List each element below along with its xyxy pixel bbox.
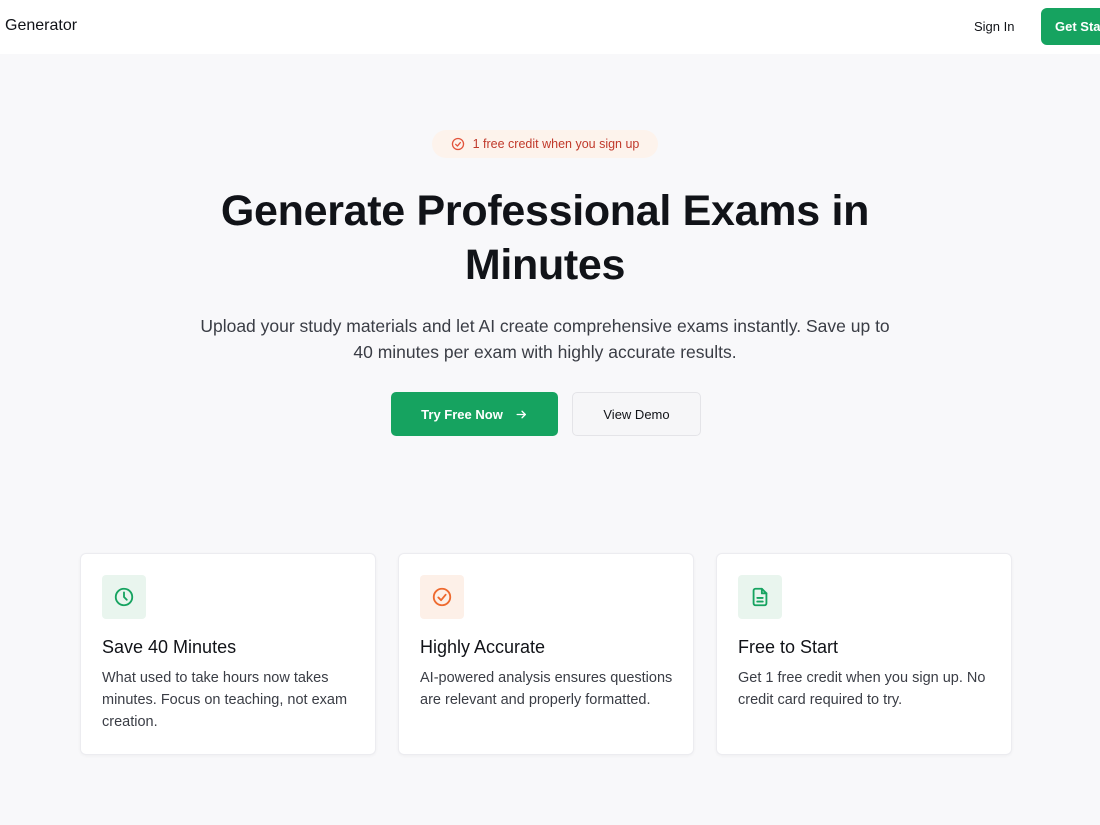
feature-description: What used to take hours now takes minute… <box>102 670 348 730</box>
feature-icon-box <box>420 575 464 619</box>
feature-card-free-start: Free to Start Get 1 free credit when you… <box>716 553 1012 755</box>
feature-card-accuracy: Highly Accurate AI-powered analysis ensu… <box>398 553 694 755</box>
try-free-now-label: Try Free Now <box>421 406 503 422</box>
feature-title: Save 40 Minutes <box>102 637 237 657</box>
hero-subtitle: Upload your study materials and let AI c… <box>200 316 890 362</box>
feature-icon-box <box>738 575 782 619</box>
top-navbar: Generator Sign In Get Started <box>0 0 1100 54</box>
get-started-button[interactable]: Get Started <box>1041 8 1100 45</box>
hero-title: Generate Professional Exams in Minutes <box>220 187 870 289</box>
arrow-right-icon <box>516 410 526 418</box>
free-credit-badge: 1 free credit when you sign up <box>432 130 658 158</box>
badge-text: 1 free credit when you sign up <box>472 137 640 151</box>
feature-icon-box <box>102 575 146 619</box>
document-icon <box>752 587 768 607</box>
feature-card-save-time: Save 40 Minutes What used to take hours … <box>80 553 376 755</box>
try-free-now-button[interactable]: Try Free Now <box>391 392 558 436</box>
feature-title: Free to Start <box>738 637 839 657</box>
check-circle-icon <box>451 137 464 151</box>
check-circle-icon <box>432 587 452 607</box>
sign-in-link[interactable]: Sign In <box>974 19 1014 34</box>
feature-description: Get 1 free credit when you sign up. No c… <box>738 670 986 708</box>
view-demo-button[interactable]: View Demo <box>572 392 701 436</box>
feature-title: Highly Accurate <box>420 637 546 657</box>
feature-description: AI-powered analysis ensures questions ar… <box>420 670 673 708</box>
brand-logo[interactable]: Generator <box>5 17 77 35</box>
clock-icon <box>114 587 134 607</box>
